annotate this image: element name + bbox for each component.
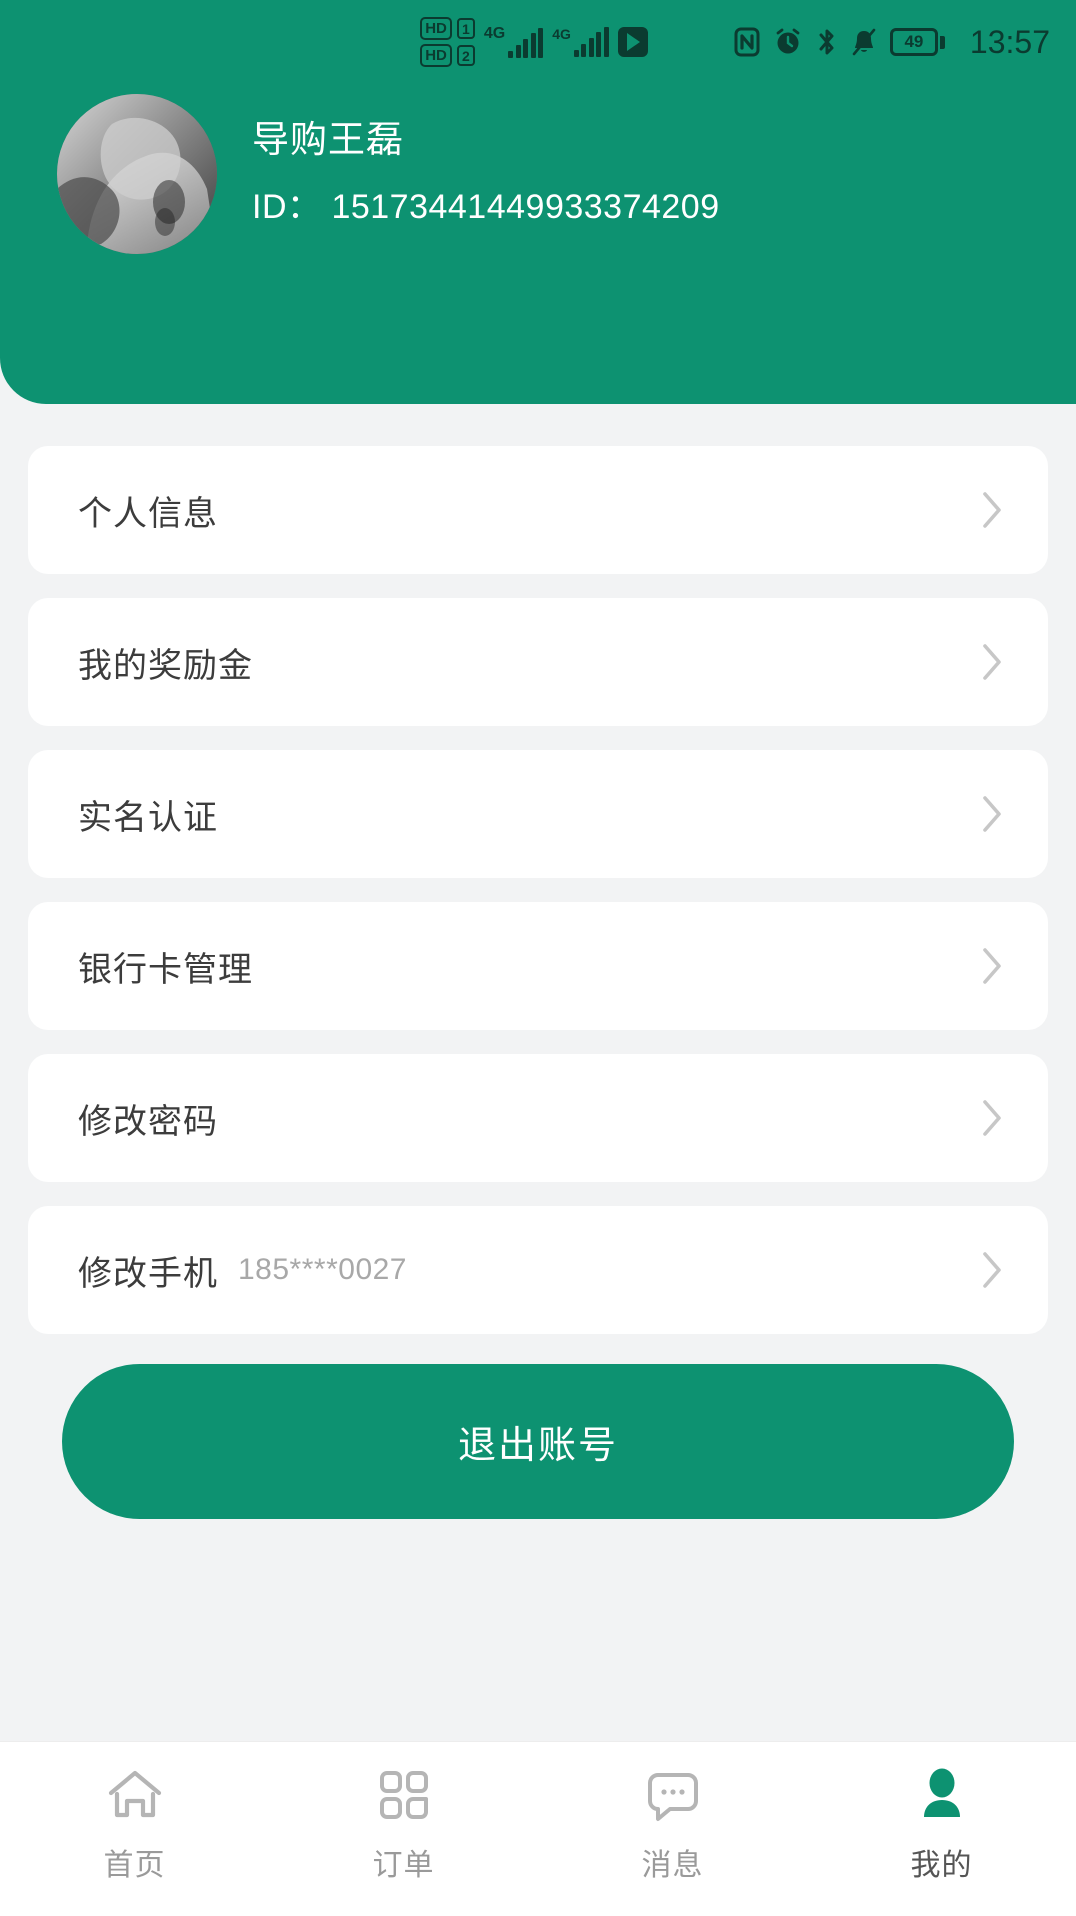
dual-sim-hd-indicator: HD 1 HD 2: [420, 17, 475, 67]
menu-item-change-password[interactable]: 修改密码: [28, 1054, 1048, 1182]
profile-text: 导购王磊 ID： 15173441449933374209: [252, 121, 720, 228]
logout-area: 退出账号: [0, 1334, 1076, 1519]
menu-item-real-name-verification[interactable]: 实名认证: [28, 750, 1048, 878]
bell-muted-icon: [851, 27, 877, 57]
battery-level-label: 49: [889, 28, 938, 56]
network-type-label-2: 4G: [552, 26, 571, 42]
home-icon: [106, 1764, 164, 1826]
sim2-row: HD 2: [420, 44, 475, 67]
network-type-label-1: 4G: [483, 25, 506, 42]
sim-number-2: 2: [456, 45, 475, 66]
chevron-right-icon: [972, 794, 1012, 834]
grid-icon: [376, 1764, 432, 1826]
menu-item-my-bonus[interactable]: 我的奖励金: [28, 598, 1048, 726]
profile-screen: HD 1 HD 2 4G 4G 49 13:57 导购王磊 ID： 151734…: [0, 0, 1076, 1916]
profile-header: HD 1 HD 2 4G 4G 49 13:57 导购王磊 ID： 151734…: [0, 0, 1076, 404]
tab-label: 订单: [372, 1849, 435, 1882]
signal-bars-icon-1: [508, 28, 544, 58]
chevron-right-icon: [972, 490, 1012, 530]
profile-block: 导购王磊 ID： 15173441449933374209: [0, 84, 1076, 254]
battery-icon: 49: [889, 28, 945, 56]
avatar-photo: [57, 94, 217, 254]
avatar[interactable]: [57, 94, 217, 254]
status-bar: HD 1 HD 2 4G 4G 49 13:57: [0, 0, 1076, 84]
menu-item-label: 修改密码: [78, 1102, 218, 1141]
chevron-right-icon: [972, 642, 1012, 682]
chevron-right-icon: [972, 1098, 1012, 1138]
menu-item-bank-card-management[interactable]: 银行卡管理: [28, 902, 1048, 1030]
tab-mine[interactable]: 我的: [807, 1764, 1076, 1884]
tab-label: 首页: [103, 1849, 166, 1882]
status-bar-right: 49 13:57: [734, 26, 1050, 58]
status-bar-clock: 13:57: [969, 24, 1050, 60]
menu-item-label: 银行卡管理: [78, 950, 253, 989]
bluetooth-icon: [816, 27, 838, 57]
settings-list: 个人信息 我的奖励金 实名认证 银行卡管理 修改密码 修改手机 185****0…: [0, 446, 1076, 1334]
menu-item-label: 实名认证: [78, 798, 218, 837]
menu-item-personal-info[interactable]: 个人信息: [28, 446, 1048, 574]
menu-item-label: 修改手机: [78, 1254, 218, 1293]
tab-home[interactable]: 首页: [0, 1764, 269, 1884]
tab-orders[interactable]: 订单: [269, 1764, 538, 1884]
media-play-icon: [617, 27, 648, 57]
profile-name: 导购王磊: [252, 118, 404, 160]
signal-strength-2: 4G: [552, 27, 609, 57]
chevron-right-icon: [972, 1250, 1012, 1290]
sim-number-1: 1: [456, 18, 475, 39]
sim1-row: HD 1: [420, 17, 475, 40]
menu-item-label: 我的奖励金: [78, 646, 253, 685]
hd-badge-1: HD: [420, 17, 452, 40]
signal-bars-icon-2: [573, 27, 609, 57]
profile-id: ID： 15173441449933374209: [252, 187, 720, 226]
tab-label: 我的: [910, 1849, 973, 1882]
alarm-icon: [773, 27, 803, 57]
logout-button[interactable]: 退出账号: [62, 1364, 1014, 1519]
status-bar-center: HD 1 HD 2 4G 4G: [420, 17, 648, 67]
menu-item-phone-value: 185****0027: [238, 1253, 407, 1286]
bottom-tab-bar: 首页 订单 消息 我的: [0, 1741, 1076, 1916]
menu-item-change-phone[interactable]: 修改手机 185****0027: [28, 1206, 1048, 1334]
person-icon: [915, 1764, 969, 1826]
tab-label: 消息: [641, 1849, 704, 1882]
menu-item-label: 个人信息: [78, 494, 218, 533]
hd-badge-2: HD: [420, 44, 452, 67]
signal-strength-1: 4G: [483, 25, 544, 58]
battery-cap: [939, 35, 945, 49]
tab-messages[interactable]: 消息: [538, 1764, 807, 1884]
message-icon: [644, 1764, 702, 1826]
chevron-right-icon: [972, 946, 1012, 986]
nfc-icon: [734, 27, 760, 57]
